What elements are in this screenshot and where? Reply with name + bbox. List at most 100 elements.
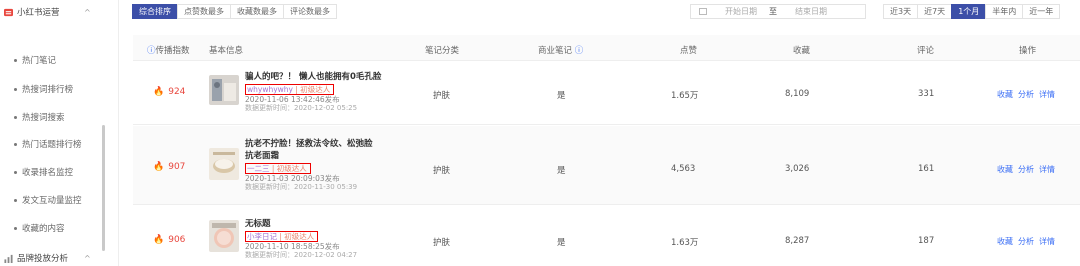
- fire-icon: 🔥: [153, 87, 165, 97]
- category-value: 护肤: [433, 238, 451, 248]
- tab-range-1y[interactable]: 近一年: [1022, 4, 1061, 19]
- sidebar-item-label: 热搜词搜索: [22, 113, 65, 123]
- score-value: 924: [168, 87, 186, 97]
- note-info: 抗老不拧脸！拯救法令纹、松弛脸 抗老面霜 一二三 | 初级达人 2020-11-…: [245, 138, 405, 192]
- favorites-value: 8,287: [785, 236, 810, 246]
- row-actions: 收藏 分析 详情: [997, 164, 1055, 175]
- publish-time: 2020-11-06 13:42:46发布: [245, 95, 340, 104]
- tab-range-1m[interactable]: 1个月: [951, 4, 987, 19]
- publish-time: 2020-11-10 18:58:25发布: [245, 242, 340, 251]
- table-row: 🔥 924 骗人的吧？！ 懒人也能拥有0毛孔脸 whywhywhy | 初级达人 …: [133, 62, 1080, 125]
- help-icon[interactable]: ⓘ: [575, 46, 584, 56]
- note-thumbnail[interactable]: [209, 148, 239, 180]
- header-commercial-label: 商业笔记: [538, 46, 573, 56]
- favorite-link[interactable]: 收藏: [997, 164, 1013, 175]
- favorite-link[interactable]: 收藏: [997, 89, 1013, 100]
- table-row: 🔥 906 无标题 小李日记 | 初级达人 2020-11-10 18:58:25…: [133, 206, 1080, 266]
- sidebar-item-favorites[interactable]: 收藏的内容: [14, 221, 65, 235]
- xiaohongshu-icon: [4, 8, 13, 16]
- commercial-value: 是: [557, 166, 566, 176]
- note-title-line2[interactable]: 抗老面霜: [245, 150, 405, 162]
- category-value: 护肤: [433, 166, 451, 176]
- note-info: 骗人的吧？！ 懒人也能拥有0毛孔脸 whywhywhy | 初级达人 2020-…: [245, 71, 405, 113]
- update-time: 数据更新时间：2020-12-02 05:25: [245, 104, 358, 112]
- sidebar-group-xiaohongshu[interactable]: 小红书运营 ^: [4, 4, 91, 20]
- author-name[interactable]: 一二三: [247, 163, 270, 174]
- author-name[interactable]: whywhywhy: [247, 85, 293, 94]
- sidebar-item-hot-search-rank[interactable]: 热搜词排行榜: [14, 82, 73, 96]
- sidebar-scrollbar[interactable]: [102, 125, 105, 251]
- spread-score: 🔥 906: [153, 235, 185, 245]
- author-name[interactable]: 小李日记: [247, 231, 277, 242]
- likes-value: 1.63万: [671, 238, 699, 248]
- bullet-icon: [14, 115, 17, 119]
- sidebar-item-label: 热门笔记: [22, 56, 57, 66]
- tab-range-7d[interactable]: 近7天: [917, 4, 953, 19]
- sidebar-item-label: 收藏的内容: [22, 224, 65, 234]
- sidebar-item-interaction-monitor[interactable]: 发文互动量监控: [14, 193, 82, 207]
- row-actions: 收藏 分析 详情: [997, 89, 1055, 100]
- sidebar-item-hot-notes[interactable]: 热门笔记: [14, 53, 56, 67]
- favorite-link[interactable]: 收藏: [997, 236, 1013, 247]
- fire-icon: 🔥: [153, 235, 165, 245]
- header-commercial: 商业笔记 ⓘ: [538, 44, 583, 56]
- detail-link[interactable]: 详情: [1039, 236, 1055, 247]
- sidebar-item-hot-topics[interactable]: 热门话题排行榜: [14, 137, 82, 151]
- sidebar-item-label: 收录排名监控: [22, 168, 74, 178]
- author-level-sep: |: [277, 232, 285, 241]
- category-value: 护肤: [433, 91, 451, 101]
- bullet-icon: [14, 58, 17, 62]
- header-spread: ⓘ传播指数: [147, 44, 190, 56]
- note-title[interactable]: 骗人的吧？！ 懒人也能拥有0毛孔脸: [245, 71, 405, 83]
- sort-tabs: 综合排序 点赞数最多 收藏数最多 评论数最多: [132, 4, 337, 19]
- analyze-link[interactable]: 分析: [1018, 89, 1034, 100]
- note-title[interactable]: 抗老不拧脸！拯救法令纹、松弛脸: [245, 138, 405, 150]
- tab-range-half-year[interactable]: 半年内: [985, 4, 1024, 19]
- comments-value: 187: [918, 236, 935, 246]
- fire-icon: 🔥: [153, 162, 165, 172]
- tab-sort-overall[interactable]: 综合排序: [132, 4, 178, 19]
- commercial-value: 是: [557, 238, 566, 248]
- author-level: 初级达人: [284, 232, 315, 241]
- tab-range-3d[interactable]: 近3天: [883, 4, 919, 19]
- comments-value: 161: [918, 164, 935, 174]
- sidebar-divider: [118, 0, 119, 266]
- bullet-icon: [14, 198, 17, 202]
- chart-icon: [4, 254, 13, 263]
- sidebar-group-brand-analysis[interactable]: 品牌投放分析 ^: [4, 250, 91, 266]
- update-time: 数据更新时间：2020-11-30 05:39: [245, 183, 358, 191]
- detail-link[interactable]: 详情: [1039, 164, 1055, 175]
- note-title[interactable]: 无标题: [245, 218, 405, 230]
- detail-link[interactable]: 详情: [1039, 89, 1055, 100]
- sidebar-item-hot-search[interactable]: 热搜词搜索: [14, 110, 65, 124]
- spread-score: 🔥 907: [153, 162, 185, 172]
- analyze-link[interactable]: 分析: [1018, 236, 1034, 247]
- likes-value: 1.65万: [671, 91, 699, 101]
- bullet-icon: [14, 142, 17, 146]
- analyze-link[interactable]: 分析: [1018, 164, 1034, 175]
- author-highlight: 一二三 | 初级达人: [245, 163, 311, 174]
- bullet-icon: [14, 87, 17, 91]
- tab-sort-comments[interactable]: 评论数最多: [283, 4, 337, 19]
- note-thumbnail[interactable]: [209, 75, 239, 105]
- header-actions: 操作: [1019, 46, 1037, 56]
- chevron-up-icon[interactable]: ^: [84, 254, 91, 263]
- end-date-input[interactable]: 结束日期: [795, 6, 827, 17]
- note-thumbnail[interactable]: [209, 220, 239, 252]
- author-highlight: whywhywhy | 初级达人: [245, 84, 335, 95]
- score-value: 906: [168, 235, 186, 245]
- header-favorites: 收藏: [793, 46, 811, 56]
- start-date-input[interactable]: 开始日期: [725, 6, 757, 17]
- help-icon[interactable]: ⓘ: [147, 46, 156, 56]
- tab-sort-favorites[interactable]: 收藏数最多: [230, 4, 284, 19]
- header-category: 笔记分类: [425, 46, 460, 56]
- spread-score: 🔥 924: [153, 87, 185, 97]
- sidebar-item-rank-monitor[interactable]: 收录排名监控: [14, 165, 73, 179]
- chevron-up-icon[interactable]: ^: [84, 8, 91, 17]
- author-level-sep: |: [269, 164, 277, 173]
- publish-time: 2020-11-03 20:09:03发布: [245, 174, 340, 183]
- favorites-value: 3,026: [785, 164, 810, 174]
- tab-sort-likes[interactable]: 点赞数最多: [177, 4, 231, 19]
- likes-value: 4,563: [671, 164, 696, 174]
- date-range-picker[interactable]: 开始日期 至 结束日期: [690, 4, 866, 19]
